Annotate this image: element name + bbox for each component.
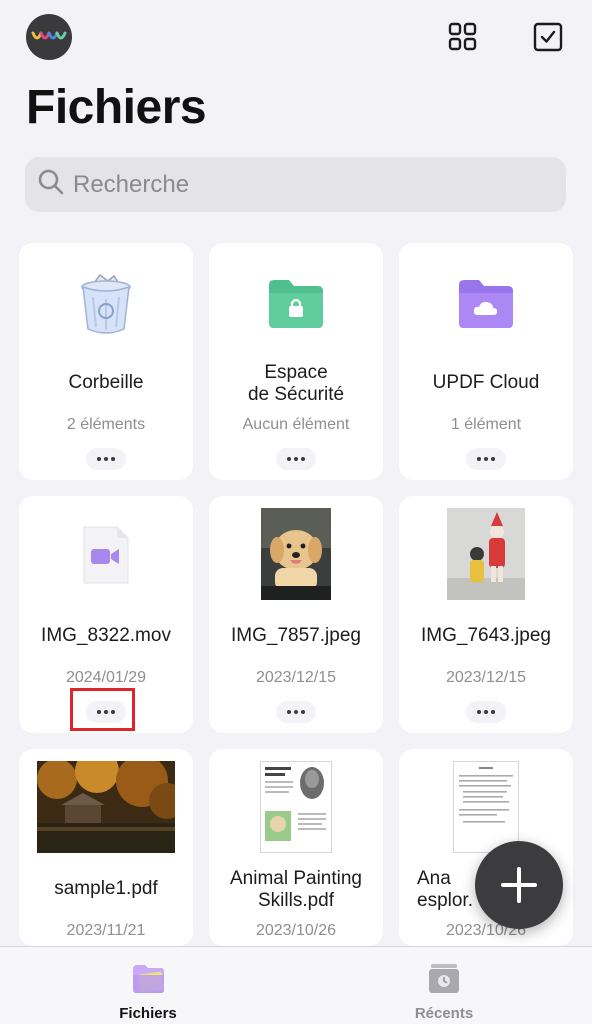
file-date: 2023/10/26 (445, 922, 527, 939)
folder-card-trash[interactable]: Corbeille 2 éléments (19, 243, 193, 480)
trash-icon (19, 273, 193, 335)
folder-name: UPDF Cloud (432, 372, 540, 393)
more-options-button[interactable] (466, 701, 506, 723)
autumn-photo-thumbnail (19, 761, 193, 853)
file-date: 2023/11/21 (66, 922, 146, 939)
folder-name: Espace de Sécurité (247, 362, 345, 405)
recents-tab-icon (429, 964, 459, 993)
file-card-img7857[interactable]: IMG_7857.jpeg 2023/12/15 (209, 496, 383, 733)
video-file-icon (19, 524, 193, 586)
more-options-button[interactable] (86, 448, 126, 470)
file-date: 2023/12/15 (445, 669, 527, 686)
pdf-page-thumbnail (209, 761, 383, 853)
file-card-sample1[interactable]: sample1.pdf 2023/11/21 (19, 749, 193, 946)
search-icon (37, 168, 65, 201)
more-options-button[interactable] (276, 701, 316, 723)
grid-view-icon[interactable] (448, 22, 478, 52)
file-card-animal-painting[interactable]: Animal Painting Skills.pdf 2023/10/26 (209, 749, 383, 946)
folder-count: Aucun élément (242, 416, 350, 433)
top-bar (0, 14, 592, 62)
tab-label: Fichiers (119, 1005, 177, 1022)
more-options-button[interactable] (276, 448, 316, 470)
file-name: IMG_7857.jpeg (231, 625, 361, 646)
file-date: 2023/12/15 (255, 669, 337, 686)
cloud-folder-icon (399, 277, 573, 329)
search-bar[interactable] (25, 157, 566, 212)
file-name: IMG_8322.mov (41, 625, 171, 646)
file-card-img7643[interactable]: IMG_7643.jpeg 2023/12/15 (399, 496, 573, 733)
app-logo-icon[interactable] (26, 14, 72, 60)
checkbox-select-icon[interactable] (533, 22, 563, 52)
add-button[interactable] (475, 841, 563, 929)
more-options-button[interactable] (466, 448, 506, 470)
file-date: 2023/10/26 (255, 922, 337, 939)
pdf-page-thumbnail (399, 761, 573, 853)
file-date: 2024/01/29 (65, 669, 147, 686)
toys-photo-thumbnail (399, 508, 573, 600)
folder-name: Corbeille (68, 372, 144, 393)
search-input[interactable] (73, 170, 553, 199)
tab-recents[interactable]: Récents (354, 947, 534, 1024)
folder-count: 1 élément (450, 416, 522, 433)
folder-card-secure-space[interactable]: Espace de Sécurité Aucun élément (209, 243, 383, 480)
folder-count: 2 éléments (66, 416, 146, 433)
files-tab-icon (133, 965, 164, 993)
tab-bar: Fichiers Récents (0, 946, 592, 1024)
page-title: Fichiers (26, 81, 207, 134)
tab-fichiers[interactable]: Fichiers (58, 947, 238, 1024)
highlight-box (70, 688, 135, 731)
file-name: Animal Painting Skills.pdf (229, 868, 363, 911)
plus-icon (501, 867, 537, 903)
puppy-photo-thumbnail (209, 508, 383, 600)
file-name: sample1.pdf (54, 878, 158, 899)
tab-label: Récents (414, 1005, 474, 1022)
file-name: IMG_7643.jpeg (421, 625, 551, 646)
secure-folder-icon (209, 277, 383, 329)
folder-card-updf-cloud[interactable]: UPDF Cloud 1 élément (399, 243, 573, 480)
